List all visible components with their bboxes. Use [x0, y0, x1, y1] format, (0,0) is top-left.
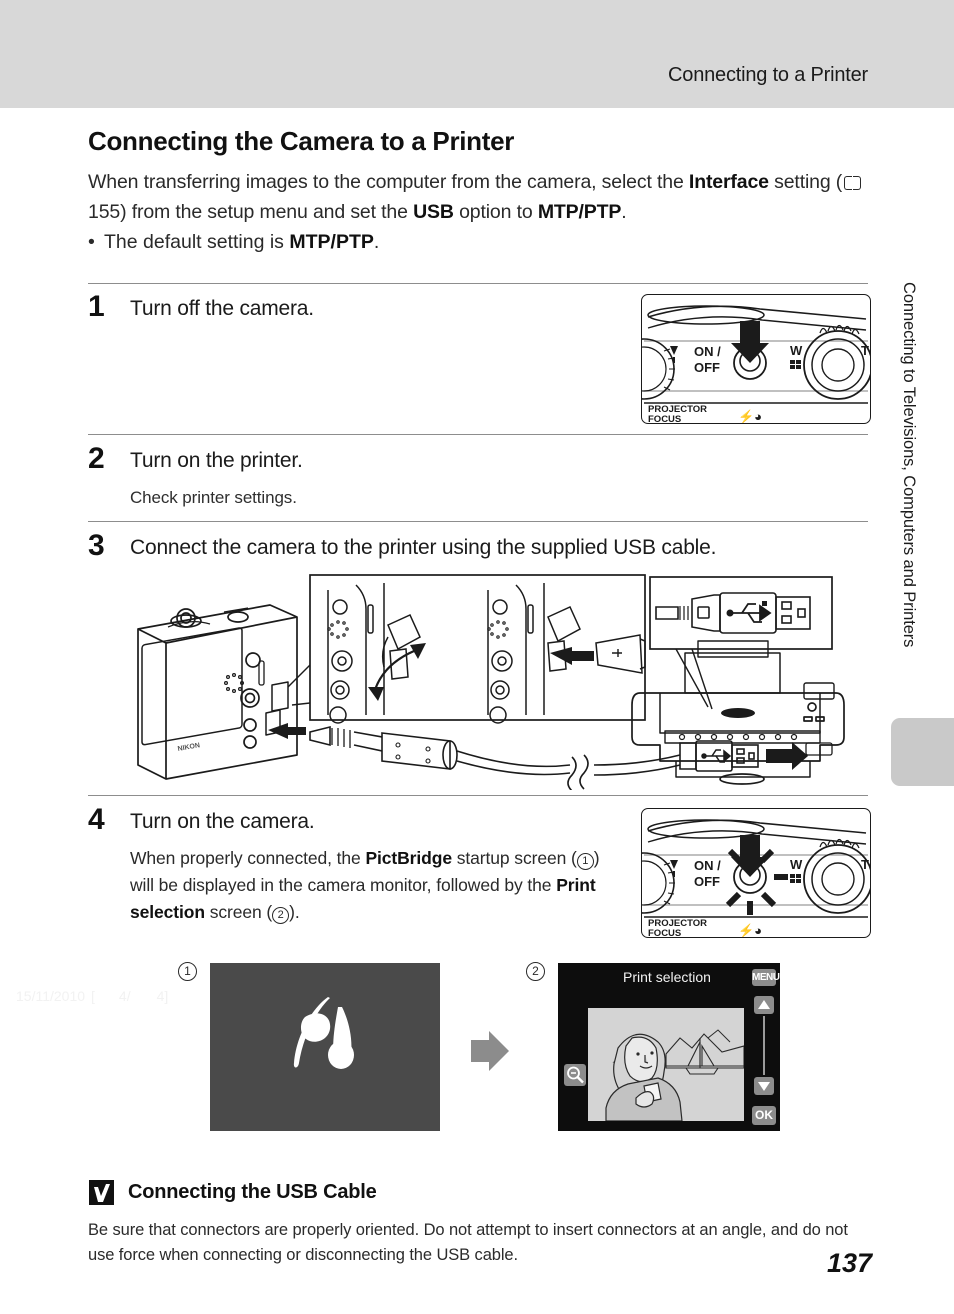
svg-text:FOCUS: FOCUS	[648, 414, 681, 423]
zoom-out-icon[interactable]	[564, 1064, 586, 1086]
svg-text:⚡◕: ⚡◕	[738, 409, 762, 423]
book-reference-icon	[844, 176, 862, 190]
step-4-title: Turn on the camera.	[130, 810, 315, 833]
screen-marker-1-circle: 1	[178, 962, 197, 981]
intro-text-1: When transferring images to the computer…	[88, 171, 689, 193]
step-1-camera-top-illustration: ON / OFF W T PROJECTOR FOCUS ⚡◕	[641, 294, 871, 424]
svg-text:ON /: ON /	[694, 858, 721, 873]
svg-text:T: T	[861, 857, 869, 872]
bullet-bold-mtpptp: MTP/PTP	[289, 231, 374, 253]
bullet-dot: •	[88, 231, 95, 253]
divider-above-step-2	[88, 434, 868, 435]
svg-text:T: T	[861, 343, 869, 358]
counter-current: 4/	[118, 988, 131, 1004]
step-4-body: When properly connected, the PictBridge …	[130, 845, 620, 926]
pictbridge-startup-screen	[210, 963, 440, 1131]
intro-paragraph: When transferring images to the computer…	[88, 167, 868, 227]
step-4-camera-top-illustration: ON / OFF W T PROJECTOR FOCUS ⚡◕	[641, 808, 871, 938]
running-head-title: Connecting to a Printer	[668, 64, 868, 86]
divider-above-step-3	[88, 521, 868, 522]
screen-marker-1: 1	[178, 962, 197, 981]
inline-circle-marker-2: 2	[272, 907, 290, 924]
svg-text:⚡◕: ⚡◕	[738, 923, 762, 937]
transition-arrow-icon	[465, 1027, 513, 1075]
intro-text-2: setting (	[768, 171, 843, 193]
step-4-text-2: startup screen (	[451, 848, 577, 868]
bullet-text-2: .	[373, 231, 380, 253]
pictbridge-logo-icon	[293, 997, 354, 1069]
step-2-subtext: Check printer settings.	[130, 488, 297, 507]
divider-above-step-1	[88, 283, 868, 284]
caution-title: Connecting the USB Cable	[128, 1181, 377, 1203]
caution-check-icon	[89, 1180, 114, 1205]
step-1-number: 1	[88, 290, 105, 323]
print-selection-title: Print selection	[623, 969, 711, 985]
page-number: 137	[826, 1248, 872, 1278]
svg-text:FOCUS: FOCUS	[648, 928, 681, 937]
step-4-number: 4	[88, 803, 105, 836]
pictbridge-wordmark: PictBridge	[49, 1053, 181, 1083]
divider-above-step-4	[88, 795, 868, 796]
chevron-down-icon[interactable]	[754, 1077, 774, 1095]
print-selection-date: 15/11/2010	[16, 988, 86, 1004]
intro-bold-mtpptp: MTP/PTP	[537, 201, 622, 223]
print-selection-preview-image	[588, 1008, 744, 1121]
ok-button[interactable]: OK	[752, 1106, 776, 1125]
svg-text:OFF: OFF	[694, 874, 720, 889]
intro-text-5: .	[621, 201, 627, 223]
step-1-title: Turn off the camera.	[130, 297, 314, 320]
svg-text:ON /: ON /	[694, 344, 721, 359]
screen-marker-2-circle: 2	[526, 962, 545, 981]
manual-page: Connecting to a Printer Connecting to Te…	[0, 0, 954, 1314]
step-4-bold-pictbridge: PictBridge	[365, 848, 452, 868]
print-selection-info-row: 15/11/2010[4/4]	[16, 988, 168, 1004]
screen-marker-2: 2	[526, 962, 545, 981]
intro-bullet-item: • The default setting is MTP/PTP.	[88, 228, 868, 256]
intro-page-ref: 155	[88, 201, 121, 223]
side-tab-marker	[891, 718, 954, 786]
counter-close-bracket: ]	[164, 988, 169, 1004]
caution-body: Be sure that connectors are properly ori…	[88, 1221, 848, 1264]
intro-text-4: option to	[453, 201, 538, 223]
svg-text:W: W	[790, 343, 803, 358]
intro-bold-interface: Interface	[688, 171, 769, 193]
header-band	[0, 0, 954, 108]
svg-text:OFF: OFF	[694, 360, 720, 375]
side-tab-running-head: Connecting to Televisions, Computers and…	[900, 282, 918, 648]
chevron-up-icon[interactable]	[754, 996, 774, 1014]
bullet-text-1: The default setting is	[104, 231, 290, 253]
intro-bold-usb: USB	[413, 201, 454, 223]
scroll-track[interactable]	[763, 1016, 765, 1075]
step-3-number: 3	[88, 529, 105, 562]
step-4-text-1: When properly connected, the	[130, 848, 366, 868]
page-title: Connecting the Camera to a Printer	[88, 126, 515, 156]
intro-text-3: ) from the setup menu and set the	[120, 201, 414, 223]
step-2-number: 2	[88, 442, 105, 475]
step-4-text-5: ).	[289, 902, 300, 922]
menu-button[interactable]: MENU	[752, 969, 780, 986]
counter-open-bracket: [	[91, 988, 95, 1004]
svg-text:NIKON: NIKON	[177, 742, 200, 753]
step-4-text-4: screen (	[204, 902, 273, 922]
svg-text:W: W	[790, 857, 803, 872]
inline-circle-marker-1: 1	[576, 853, 594, 870]
step-3-title: Connect the camera to the printer using …	[130, 536, 717, 559]
step-2-title: Turn on the printer.	[130, 449, 303, 472]
step-3-connection-illustration: NIKON	[120, 565, 880, 790]
